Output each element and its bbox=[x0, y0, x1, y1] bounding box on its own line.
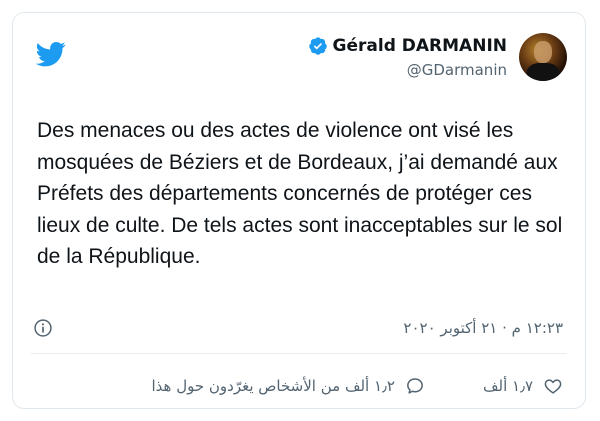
author-handle[interactable]: @GDarmanin bbox=[407, 61, 507, 79]
tweet-embed-card[interactable]: Gérald DARMANIN @GDarmanin Des menaces o… bbox=[12, 12, 586, 409]
speech-bubble-icon[interactable] bbox=[405, 376, 425, 396]
tweet-author[interactable]: Gérald DARMANIN @GDarmanin bbox=[308, 33, 567, 81]
twitter-bird-icon[interactable] bbox=[33, 39, 69, 69]
conversation-action[interactable]: ١٫٢ ألف من الأشخاص يغرّدون حول هذا bbox=[151, 376, 425, 396]
tweet-meta: ١٢:٢٣ م · ٢١ أكتوبر ٢٠٢٠ bbox=[33, 317, 563, 339]
author-name[interactable]: Gérald DARMANIN bbox=[333, 36, 507, 56]
heart-icon[interactable] bbox=[543, 376, 563, 396]
tweet-actions: ١٫٧ ألف ١٫٢ ألف من الأشخاص يغرّدون حول ه… bbox=[73, 373, 563, 399]
tweet-timestamp[interactable]: ١٢:٢٣ م · ٢١ أكتوبر ٢٠٢٠ bbox=[403, 319, 563, 337]
verified-badge-icon bbox=[308, 36, 328, 56]
avatar-suit bbox=[527, 63, 559, 81]
like-action[interactable]: ١٫٧ ألف bbox=[483, 376, 563, 396]
author-text: Gérald DARMANIN @GDarmanin bbox=[308, 35, 507, 79]
divider bbox=[31, 353, 567, 354]
like-count: ١٫٧ ألف bbox=[482, 377, 533, 395]
tweet-text: Des menaces ou des actes de violence ont… bbox=[37, 119, 563, 268]
info-icon[interactable] bbox=[33, 318, 53, 338]
avatar[interactable] bbox=[519, 33, 567, 81]
avatar-face bbox=[534, 41, 552, 63]
author-name-row: Gérald DARMANIN bbox=[308, 35, 507, 57]
conversation-count: ١٫٢ ألف من الأشخاص يغرّدون حول هذا bbox=[151, 377, 395, 395]
